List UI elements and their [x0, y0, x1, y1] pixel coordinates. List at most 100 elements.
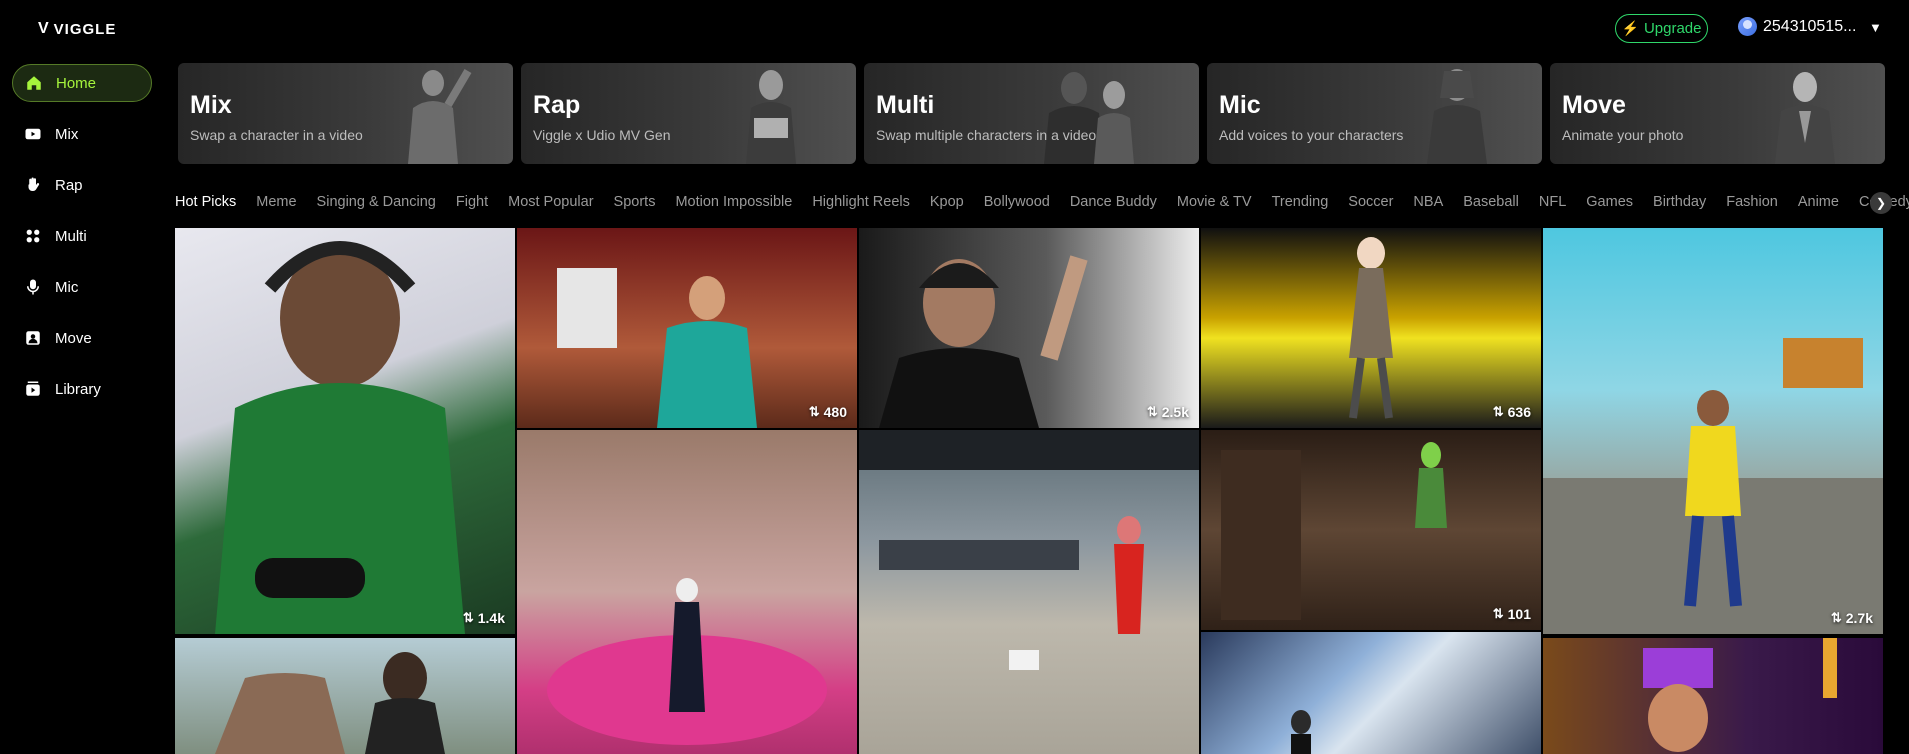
remix-count: ⇅ 1.4k: [462, 610, 505, 626]
chevron-right-icon[interactable]: ❯: [1870, 192, 1892, 214]
remix-count: ⇅ 2.7k: [1830, 610, 1873, 626]
tab-games[interactable]: Games: [1586, 194, 1633, 216]
sidebar-item-mix[interactable]: Mix: [12, 115, 152, 153]
video-tile[interactable]: ⇅ 1.4k: [175, 228, 515, 634]
tab-movie-tv[interactable]: Movie & TV: [1177, 194, 1252, 216]
sidebar-item-label: Home: [56, 74, 97, 92]
logo-mark: V: [38, 20, 50, 37]
video-tile[interactable]: ⇅ 636: [1201, 228, 1541, 428]
sidebar-item-label: Mix: [55, 125, 79, 143]
video-thumbnail: [1643, 638, 1837, 752]
mic-character-image: [1427, 69, 1487, 164]
card-subtitle: Animate your photo: [1562, 127, 1684, 143]
tab-highlight-reels[interactable]: Highlight Reels: [812, 194, 910, 216]
tab-trending[interactable]: Trending: [1272, 194, 1329, 216]
video-thumbnail: [215, 241, 465, 634]
sidebar-item-library[interactable]: Library: [12, 370, 152, 408]
tab-nfl[interactable]: NFL: [1539, 194, 1566, 216]
remix-icon: ⇅: [1146, 404, 1158, 419]
sidebar-item-label: Library: [55, 380, 101, 398]
remix-count: ⇅ 480: [808, 404, 847, 420]
video-tile[interactable]: [517, 430, 857, 754]
tab-meme[interactable]: Meme: [256, 194, 296, 216]
card-title: Move: [1562, 91, 1626, 119]
card-move[interactable]: Move Animate your photo: [1550, 63, 1885, 164]
card-subtitle: Viggle x Udio MV Gen: [533, 127, 671, 143]
card-mix[interactable]: Mix Swap a character in a video: [178, 63, 513, 164]
card-multi[interactable]: Multi Swap multiple characters in a vide…: [864, 63, 1199, 164]
multi-icon: [24, 227, 42, 245]
tab-dance-buddy[interactable]: Dance Buddy: [1070, 194, 1157, 216]
sidebar-item-multi[interactable]: Multi: [12, 217, 152, 255]
chevron-down-icon[interactable]: ▼: [1869, 20, 1882, 35]
remix-icon: ⇅: [808, 404, 820, 419]
card-title: Mic: [1219, 91, 1261, 119]
video-thumbnail: [859, 430, 1199, 670]
tab-singing-dancing[interactable]: Singing & Dancing: [317, 194, 436, 216]
tab-birthday[interactable]: Birthday: [1653, 194, 1706, 216]
multi-character-image: [1044, 72, 1134, 164]
video-thumbnail: [215, 652, 445, 754]
sidebar-item-rap[interactable]: Rap: [12, 166, 152, 204]
tab-kpop[interactable]: Kpop: [930, 194, 964, 216]
video-thumbnail: [1349, 237, 1393, 419]
lightning-icon: ⚡: [1621, 20, 1639, 36]
card-subtitle: Add voices to your characters: [1219, 127, 1404, 143]
feature-cards: Mix Swap a character in a video Rap Vigg…: [178, 63, 1885, 164]
tab-nba[interactable]: NBA: [1413, 194, 1443, 216]
video-tile[interactable]: [859, 430, 1199, 754]
remix-count: ⇅ 101: [1492, 606, 1531, 622]
video-tile[interactable]: ⇅ 2.7k: [1543, 228, 1883, 634]
username: 254310515...: [1763, 17, 1857, 35]
tab-soccer[interactable]: Soccer: [1348, 194, 1393, 216]
tab-anime[interactable]: Anime: [1798, 194, 1839, 216]
top-bar: V VIGGLE ⚡ Upgrade 254310515... ▼: [0, 0, 1909, 58]
video-tile[interactable]: ⇅ 480: [517, 228, 857, 428]
tab-baseball[interactable]: Baseball: [1463, 194, 1519, 216]
card-subtitle: Swap a character in a video: [190, 127, 363, 143]
video-tile[interactable]: ⇅ 101: [1201, 430, 1541, 630]
tab-motion-impossible[interactable]: Motion Impossible: [675, 194, 792, 216]
video-icon: [24, 125, 42, 143]
tab-bollywood[interactable]: Bollywood: [984, 194, 1050, 216]
remix-icon: ⇅: [1492, 404, 1504, 419]
card-rap[interactable]: Rap Viggle x Udio MV Gen: [521, 63, 856, 164]
video-grid: ⇅ 1.4k ⇅ 480 ⇅ 2.5k ⇅ 636 ⇅ 101 ⇅ 2.7k: [175, 228, 1890, 754]
video-thumbnail: [1543, 338, 1883, 634]
card-subtitle: Swap multiple characters in a video: [876, 127, 1097, 143]
video-thumbnail: [1221, 442, 1447, 620]
user-menu[interactable]: 254310515...: [1738, 17, 1856, 36]
sidebar-item-label: Move: [55, 329, 92, 347]
video-thumbnail: [547, 578, 827, 745]
mix-character-image: [408, 68, 472, 164]
sidebar-item-home[interactable]: Home: [12, 64, 152, 102]
mic-icon: [24, 278, 42, 296]
avatar: [1738, 17, 1757, 36]
tab-most-popular[interactable]: Most Popular: [508, 194, 593, 216]
rap-character-image: [746, 70, 796, 164]
remix-icon: ⇅: [462, 610, 474, 625]
card-mic[interactable]: Mic Add voices to your characters: [1207, 63, 1542, 164]
library-icon: [24, 380, 42, 398]
video-tile[interactable]: [1543, 638, 1883, 754]
card-title: Mix: [190, 91, 232, 119]
home-icon: [25, 74, 43, 92]
sidebar-item-move[interactable]: Move: [12, 319, 152, 357]
move-character-image: [1775, 72, 1835, 164]
video-tile[interactable]: [175, 638, 515, 754]
remix-count: ⇅ 636: [1492, 404, 1531, 420]
viggle-logo[interactable]: V VIGGLE: [38, 20, 116, 38]
tab-sports[interactable]: Sports: [614, 194, 656, 216]
video-tile[interactable]: [1201, 632, 1541, 754]
sidebar-item-mic[interactable]: Mic: [12, 268, 152, 306]
tab-hot-picks[interactable]: Hot Picks: [175, 194, 236, 216]
tab-fight[interactable]: Fight: [456, 194, 488, 216]
remix-count: ⇅ 2.5k: [1146, 404, 1189, 420]
person-icon: [24, 329, 42, 347]
remix-icon: ⇅: [1492, 606, 1504, 621]
video-tile[interactable]: ⇅ 2.5k: [859, 228, 1199, 428]
tab-fashion[interactable]: Fashion: [1726, 194, 1778, 216]
upgrade-button[interactable]: ⚡ Upgrade: [1615, 14, 1708, 43]
video-thumbnail: [879, 255, 1088, 428]
logo-text: VIGGLE: [53, 20, 117, 38]
